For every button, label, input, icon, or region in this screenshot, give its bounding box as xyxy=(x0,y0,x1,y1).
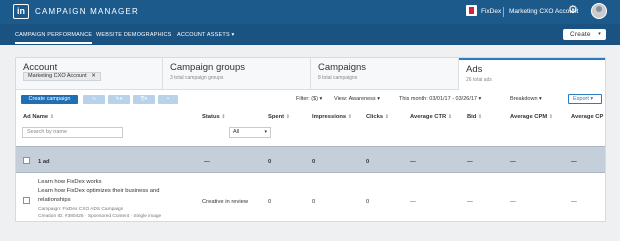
column-label: Spent xyxy=(268,114,285,120)
linkedin-logo-icon[interactable]: in xyxy=(13,4,29,19)
search-input[interactable]: Search by name xyxy=(22,127,123,138)
ad-ctr: — xyxy=(410,199,416,205)
create-button[interactable]: Create ▾ xyxy=(563,29,606,40)
sort-icon[interactable]: ⇕ xyxy=(448,114,452,120)
column-label: Clicks xyxy=(366,114,384,120)
delete-icon[interactable]: ▪ xyxy=(158,95,178,104)
ad-clicks: 0 xyxy=(366,199,370,205)
column-header-status[interactable]: Status ⇕ xyxy=(202,114,226,120)
avatar[interactable] xyxy=(591,3,607,19)
column-header-bid[interactable]: Bid ⇕ xyxy=(467,114,482,120)
summary-bid: — xyxy=(467,159,473,165)
column-label: Average CP xyxy=(571,114,604,120)
tab-title: Ads xyxy=(466,64,483,75)
tab-title: Campaigns xyxy=(318,62,367,73)
status-filter-value: All xyxy=(233,129,240,135)
topbar-divider xyxy=(503,7,504,17)
column-header-spent[interactable]: Spent ⇕ xyxy=(268,114,290,120)
ad-spent: 0 xyxy=(268,199,272,205)
column-header-average-cpc[interactable]: Average CP xyxy=(571,114,603,120)
export-button[interactable]: Export ▾ xyxy=(568,94,602,104)
date-range-dropdown[interactable]: This month: 03/01/17 - 03/26/17 ▾ xyxy=(399,96,481,102)
nav-bar: CAMPAIGN PERFORMANCE WEBSITE DEMOGRAPHIC… xyxy=(0,24,620,45)
select-all-checkbox[interactable] xyxy=(23,157,30,164)
column-header-average-cpm[interactable]: Average CPM ⇕ xyxy=(510,114,553,120)
breakdown-dropdown[interactable]: Breakdown ▾ xyxy=(510,96,542,102)
sort-icon[interactable]: ⇕ xyxy=(348,114,352,120)
ad-status: Creative in review xyxy=(202,199,249,205)
create-campaign-button[interactable]: Create campaign xyxy=(21,95,78,104)
ad-text-continued: relationships xyxy=(38,197,71,203)
ad-campaign: Campaign: FixDex CXO ADS Campaign xyxy=(38,207,124,212)
tab-campaign-groups[interactable]: Campaign groups 3 total campaign groups xyxy=(163,58,311,90)
tab-campaigns[interactable]: Campaigns 8 total campaigns xyxy=(311,58,459,90)
ad-impressions: 0 xyxy=(312,199,316,205)
tab-count: 3 total campaign groups xyxy=(170,75,224,81)
summary-ctr: — xyxy=(410,159,416,165)
tab-count: 26 total ads xyxy=(466,77,492,83)
app-title: CAMPAIGN MANAGER xyxy=(35,7,139,16)
column-header-clicks[interactable]: Clicks ⇕ xyxy=(366,114,389,120)
close-icon[interactable]: ✕ xyxy=(91,73,96,79)
tab-count: 8 total campaigns xyxy=(318,75,358,81)
account-chip-label: Marketing CXO Account xyxy=(28,73,87,79)
nav-account-assets[interactable]: ACCOUNT ASSETS ▾ xyxy=(177,32,235,38)
column-header-ad-name[interactable]: Ad Name ⇕ xyxy=(23,114,54,120)
summary-row: 1 ad — 0 0 0 — — — — xyxy=(16,146,605,173)
sort-icon[interactable]: ⇕ xyxy=(549,114,553,120)
row-checkbox[interactable] xyxy=(23,197,30,204)
summary-cpm: — xyxy=(510,159,516,165)
summary-clicks: 0 xyxy=(366,159,370,165)
duplicate-icon[interactable]: ⎘▾ xyxy=(133,95,155,104)
sort-icon[interactable]: ⇕ xyxy=(286,114,290,120)
create-button-label: Create xyxy=(570,31,591,38)
edit-icon[interactable]: ✎▾ xyxy=(108,95,130,104)
sort-icon[interactable]: ⇕ xyxy=(221,114,225,120)
sort-icon[interactable]: ⇕ xyxy=(478,114,482,120)
summary-ad-count: 1 ad xyxy=(38,159,50,165)
column-label: Average CTR xyxy=(410,114,447,120)
column-label: Impressions xyxy=(312,114,347,120)
top-bar: in CAMPAIGN MANAGER FixDex Marketing CXO… xyxy=(0,0,620,24)
tab-account[interactable]: Account Marketing CXO Account ✕ xyxy=(16,58,163,90)
ads-panel: Account Marketing CXO Account ✕ Campaign… xyxy=(15,57,606,222)
ad-cpc: — xyxy=(571,199,577,205)
ad-cpm: — xyxy=(510,199,516,205)
column-label: Average CPM xyxy=(510,114,548,120)
column-header-average-ctr[interactable]: Average CTR ⇕ xyxy=(410,114,452,120)
view-dropdown[interactable]: View: Awareness ▾ xyxy=(334,96,380,102)
column-header-impressions[interactable]: Impressions ⇕ xyxy=(312,114,352,120)
chart-icon[interactable]: ∿ xyxy=(83,95,105,104)
ad-headline[interactable]: Learn how FixDex works xyxy=(38,179,101,185)
column-label: Bid xyxy=(467,114,477,120)
sort-icon[interactable]: ⇕ xyxy=(50,114,54,120)
summary-cpc: — xyxy=(571,159,577,165)
column-label: Ad Name xyxy=(23,114,49,120)
account-filter-chip[interactable]: Marketing CXO Account ✕ xyxy=(23,72,101,81)
nav-website-demographics[interactable]: WEBSITE DEMOGRAPHICS xyxy=(96,32,172,38)
summary-impressions: 0 xyxy=(312,159,316,165)
tab-ads[interactable]: Ads 26 total ads xyxy=(459,58,605,90)
filter-dropdown[interactable]: Filter: ($) ▾ xyxy=(296,96,322,102)
chevron-down-icon: ▾ xyxy=(598,31,601,37)
tab-title: Campaign groups xyxy=(170,62,245,73)
summary-spent: 0 xyxy=(268,159,272,165)
summary-status: — xyxy=(204,159,210,165)
column-label: Status xyxy=(202,114,220,120)
ad-creative-info: Creation ID: #380425 · Sponsored Content… xyxy=(38,214,162,219)
chevron-down-icon: ▾ xyxy=(264,129,267,135)
account-switch-icon[interactable] xyxy=(466,5,477,16)
gear-icon[interactable]: ⚙ xyxy=(568,5,578,16)
nav-campaign-performance[interactable]: CAMPAIGN PERFORMANCE xyxy=(15,32,93,44)
brand-account-name[interactable]: FixDex xyxy=(481,8,501,15)
ad-text: Learn how FixDex optimizes their busines… xyxy=(38,188,160,194)
ad-bid: — xyxy=(467,199,473,205)
sort-icon[interactable]: ⇕ xyxy=(385,114,389,120)
status-filter-select[interactable]: All ▾ xyxy=(229,127,271,138)
